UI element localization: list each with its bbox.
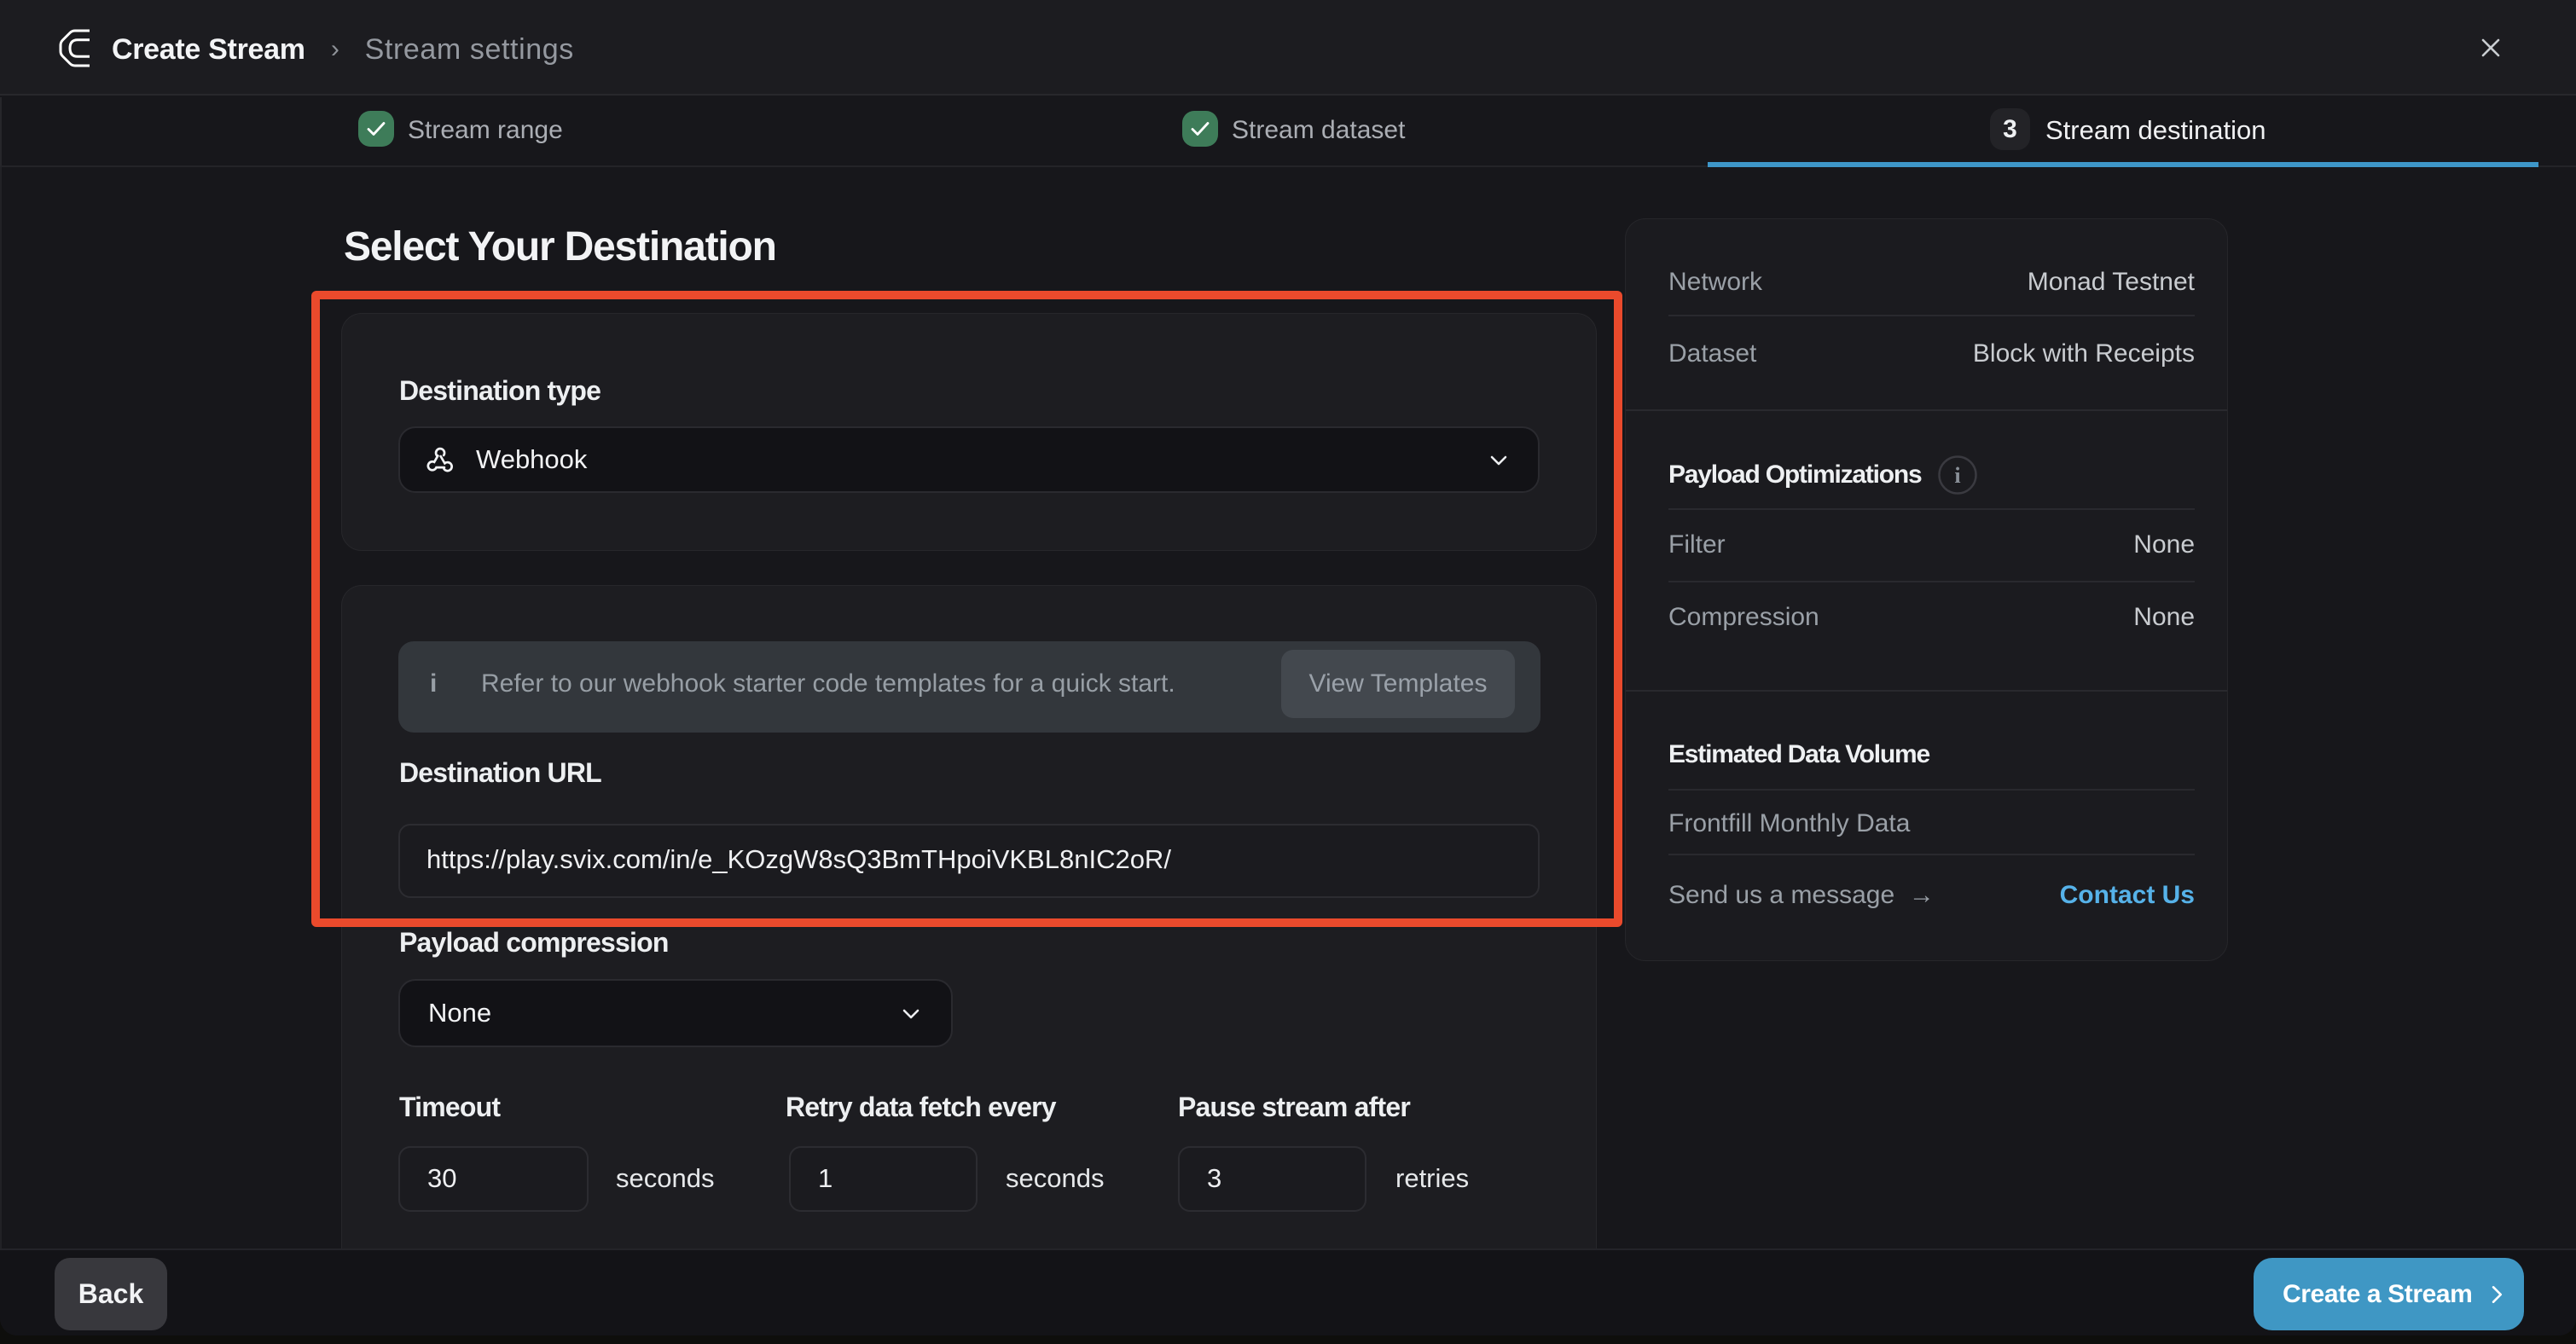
svg-text:i: i [1954,463,1960,488]
